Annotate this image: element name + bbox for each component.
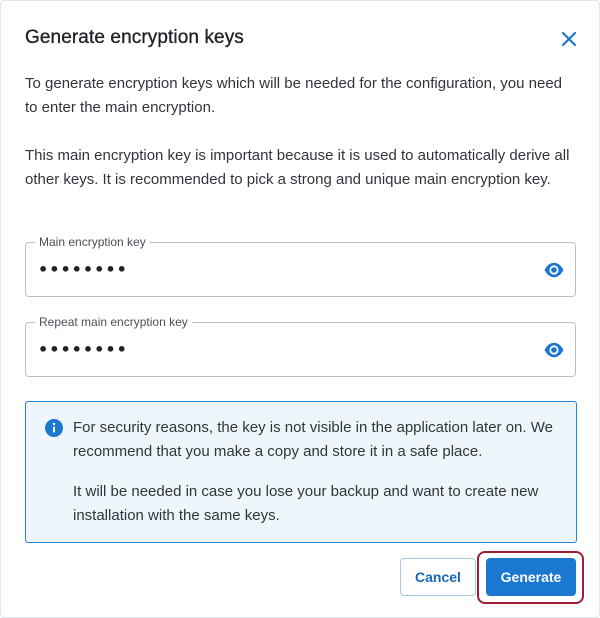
eye-icon — [544, 262, 564, 278]
importance-text: This main encryption key is important be… — [25, 147, 570, 188]
generate-keys-dialog: Generate encryption keys To generate enc… — [0, 0, 600, 618]
main-key-input[interactable]: •••••••• — [38, 257, 128, 283]
security-notice: For security reasons, the key is not vis… — [25, 401, 577, 543]
info-icon — [45, 419, 63, 437]
eye-icon — [544, 342, 564, 358]
close-button[interactable] — [557, 27, 581, 51]
dialog-title: Generate encryption keys — [25, 27, 244, 48]
notice-text-backup: It will be needed in case you lose your … — [73, 483, 539, 524]
generate-button[interactable]: Generate — [486, 558, 576, 596]
repeat-key-visibility-toggle[interactable] — [543, 340, 565, 360]
main-key-label: Main encryption key — [35, 234, 150, 250]
intro-text: To generate encryption keys which will b… — [25, 75, 563, 116]
main-key-visibility-toggle[interactable] — [543, 260, 565, 280]
notice-text-security: For security reasons, the key is not vis… — [73, 419, 553, 460]
repeat-key-input[interactable]: •••••••• — [38, 337, 128, 363]
repeat-key-field[interactable]: Repeat main encryption key •••••••• — [25, 314, 576, 377]
cancel-button[interactable]: Cancel — [400, 558, 476, 596]
main-key-field[interactable]: Main encryption key •••••••• — [25, 234, 576, 297]
close-icon — [561, 31, 577, 47]
repeat-key-label: Repeat main encryption key — [35, 314, 192, 330]
